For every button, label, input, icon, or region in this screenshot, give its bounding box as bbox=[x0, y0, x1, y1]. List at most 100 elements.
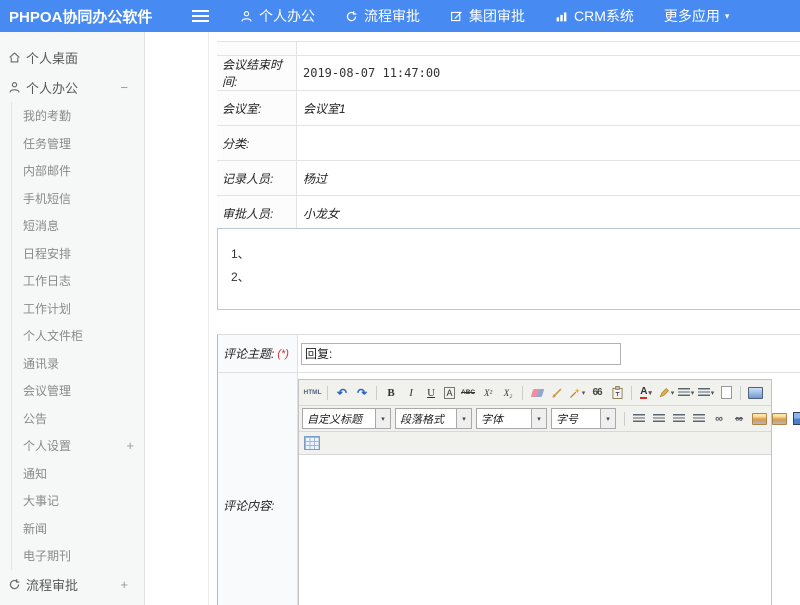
sidebar-subitem-label: 通讯录 bbox=[23, 355, 59, 372]
ordered-list-button[interactable]: ▾ bbox=[678, 384, 695, 402]
sidebar-subitem[interactable]: 通讯录 bbox=[23, 350, 144, 378]
nav-item-label: CRM系统 bbox=[574, 6, 634, 26]
field-label bbox=[217, 42, 297, 55]
field-value bbox=[297, 126, 800, 160]
comment-subject-input[interactable] bbox=[301, 343, 621, 365]
editor-content-area[interactable] bbox=[299, 455, 771, 605]
bold-button[interactable]: B bbox=[383, 384, 400, 402]
sidebar-submenu: 我的考勤 任务管理 内部邮件 手机短信 短消息 日程安排 工作日志 工作计划 个… bbox=[11, 102, 144, 570]
sidebar: 个人桌面 个人办公 − 我的考勤 任务管理 内部邮件 手机短信 短消息 日程安排… bbox=[0, 32, 145, 605]
topbar-nav-item[interactable]: 流程审批 bbox=[345, 6, 420, 26]
field-value bbox=[297, 42, 800, 55]
format-brush-button[interactable] bbox=[549, 384, 566, 402]
insert-table-button[interactable] bbox=[304, 434, 321, 452]
topbar-nav: 个人办公 流程审批 集团审批 CRM系统 更多应用 ▾ bbox=[240, 6, 729, 26]
edit-icon bbox=[450, 10, 463, 23]
new-page-button[interactable] bbox=[718, 384, 735, 402]
fullscreen-button[interactable] bbox=[747, 384, 764, 402]
html-source-button[interactable]: HTML bbox=[304, 384, 322, 402]
undo-button[interactable]: ↶ bbox=[334, 384, 351, 402]
hamburger-bars bbox=[192, 10, 209, 22]
sidebar-subitem[interactable]: 工作日志 bbox=[23, 267, 144, 295]
sidebar-subitem[interactable]: 我的考勤 bbox=[23, 102, 144, 130]
sidebar-item-label: 流程审批 bbox=[26, 575, 78, 594]
sidebar-subitem[interactable]: 新闻 bbox=[23, 515, 144, 543]
sidebar-subitem[interactable]: 内部邮件 bbox=[23, 157, 144, 185]
unlink-button[interactable]: ∞ bbox=[731, 410, 748, 428]
table-row: 会议结束时间: 2019-08-07 11:47:00 bbox=[217, 56, 800, 91]
underline-button[interactable]: U bbox=[423, 384, 440, 402]
nav-item-label: 集团审批 bbox=[469, 6, 525, 26]
table-row: 记录人员: 杨过 bbox=[217, 161, 800, 196]
sidebar-subitem[interactable]: 公告 bbox=[23, 405, 144, 433]
sidebar-subitem[interactable]: 工作计划 bbox=[23, 295, 144, 323]
paste-button[interactable] bbox=[609, 384, 626, 402]
minutes-line: 1、 bbox=[231, 243, 800, 266]
topbar-nav-item[interactable]: CRM系统 bbox=[555, 6, 634, 26]
sidebar-subitem[interactable]: 日程安排 bbox=[23, 240, 144, 268]
editor-toolbar-row3 bbox=[299, 432, 771, 455]
font-color-button[interactable]: A▾ bbox=[638, 384, 655, 402]
caret-down-icon: ▾ bbox=[600, 409, 615, 428]
superscript-button[interactable]: X² bbox=[480, 384, 497, 402]
link-button[interactable]: ∞ bbox=[711, 410, 728, 428]
align-right-button[interactable] bbox=[671, 410, 688, 428]
topbar-nav-item[interactable]: 个人办公 bbox=[240, 6, 315, 26]
font-border-button[interactable]: A bbox=[444, 387, 455, 399]
sidebar-subitem-label: 工作计划 bbox=[23, 300, 71, 317]
editor-toolbar-row2: 自定义标题 ▾ 段落格式 ▾ 字体 ▾ 字号 ▾ bbox=[299, 406, 771, 432]
sidebar-item-desktop[interactable]: 个人桌面 bbox=[0, 42, 144, 72]
blockquote-button[interactable]: 66 bbox=[589, 384, 606, 402]
caret-down-icon: ▾ bbox=[531, 409, 546, 428]
magic-wand-button[interactable]: ▾ bbox=[569, 384, 586, 402]
align-justify-button[interactable] bbox=[691, 410, 708, 428]
toolbar-separator bbox=[740, 386, 741, 400]
topbar-nav-item[interactable]: 集团审批 bbox=[450, 6, 525, 26]
rich-text-editor: HTML↶↷BIUAABCX²X₂▾66A▾▾▾▾ 自定义标题 ▾ 段落格式 ▾ bbox=[298, 379, 772, 605]
toolbar-separator bbox=[631, 386, 632, 400]
field-label: 记录人员: bbox=[217, 161, 297, 195]
sidebar-item-workflow[interactable]: 流程审批 + bbox=[0, 570, 144, 600]
caret-down-icon: ▾ bbox=[691, 389, 695, 397]
editor-select[interactable]: 自定义标题 ▾ bbox=[302, 408, 391, 429]
image-button[interactable] bbox=[751, 410, 768, 428]
hamburger-icon[interactable] bbox=[192, 8, 212, 24]
sidebar-subitem[interactable]: 任务管理 bbox=[23, 130, 144, 158]
sidebar-subitem[interactable]: 通知 bbox=[23, 460, 144, 488]
image-upload-button[interactable] bbox=[771, 410, 788, 428]
align-center-button[interactable] bbox=[651, 410, 668, 428]
editor-select-label: 段落格式 bbox=[396, 409, 456, 428]
table-row: 分类: bbox=[217, 126, 800, 161]
editor-select[interactable]: 字体 ▾ bbox=[476, 408, 547, 429]
sidebar-subitem[interactable]: 手机短信 bbox=[23, 185, 144, 213]
topbar-nav-item[interactable]: 更多应用 ▾ bbox=[664, 6, 730, 26]
editor-select[interactable]: 字号 ▾ bbox=[551, 408, 616, 429]
sidebar-subitem[interactable]: 电子期刊 bbox=[23, 542, 144, 570]
collapse-toggle[interactable]: − bbox=[120, 80, 128, 95]
editor-format-selects: 自定义标题 ▾ 段落格式 ▾ 字体 ▾ 字号 ▾ bbox=[302, 408, 620, 429]
editor-select-label: 字号 bbox=[552, 409, 600, 428]
sidebar-subitem[interactable]: 会议管理 bbox=[23, 377, 144, 405]
align-left-button[interactable] bbox=[631, 410, 648, 428]
expand-toggle[interactable]: + bbox=[120, 577, 128, 592]
flow-icon bbox=[345, 10, 358, 23]
media-button[interactable] bbox=[791, 410, 800, 428]
unordered-list-button[interactable]: ▾ bbox=[698, 384, 715, 402]
chart-icon bbox=[555, 10, 568, 23]
sidebar-subitem[interactable]: 大事记 bbox=[23, 487, 144, 515]
highlight-color-button[interactable]: ▾ bbox=[658, 384, 675, 402]
sidebar-subitem[interactable]: 个人设置 + bbox=[23, 432, 144, 460]
editor-select[interactable]: 段落格式 ▾ bbox=[395, 408, 472, 429]
sidebar-item-personal-office[interactable]: 个人办公 − bbox=[0, 72, 144, 102]
sidebar-subitem[interactable]: 个人文件柜 bbox=[23, 322, 144, 350]
sidebar-subitem-label: 短消息 bbox=[23, 217, 59, 234]
redo-button[interactable]: ↷ bbox=[354, 384, 371, 402]
italic-button[interactable]: I bbox=[403, 384, 420, 402]
sidebar-subitem-label: 会议管理 bbox=[23, 382, 71, 399]
comment-subject-row: 评论主题: (*) bbox=[218, 335, 800, 373]
strikethrough-button[interactable]: ABC bbox=[460, 384, 477, 402]
caret-down-icon: ▾ bbox=[456, 409, 471, 428]
subscript-button[interactable]: X₂ bbox=[500, 384, 517, 402]
sidebar-subitem[interactable]: 短消息 bbox=[23, 212, 144, 240]
eraser-button[interactable] bbox=[529, 384, 546, 402]
